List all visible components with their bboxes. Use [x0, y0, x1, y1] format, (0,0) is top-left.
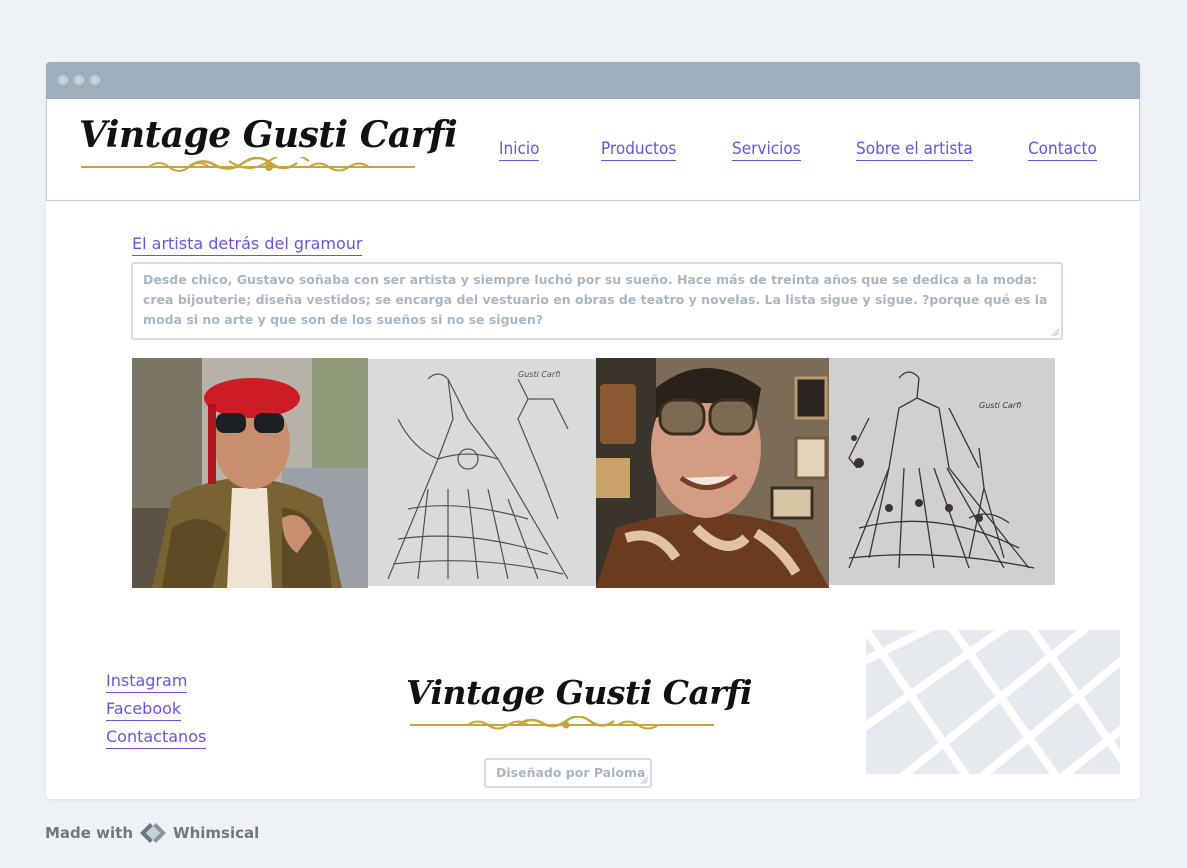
bio-text: Desde chico, Gustavo soñaba con ser arti…: [143, 272, 1048, 327]
nav-sobre-el-artista[interactable]: Sobre el artista: [856, 139, 973, 161]
window-titlebar: [46, 62, 1140, 99]
window-dot-icon: [90, 75, 100, 85]
nav-servicios[interactable]: Servicios: [732, 139, 801, 161]
nav-contacto[interactable]: Contacto: [1028, 139, 1097, 161]
section-title[interactable]: El artista detrás del gramour: [132, 234, 363, 256]
resize-grip-icon[interactable]: [640, 776, 648, 784]
browser-window: Vintage Gusti Carfi Inicio Productos Ser…: [46, 62, 1140, 799]
map-placeholder[interactable]: [866, 630, 1120, 774]
svg-text:Gusti Carfi: Gusti Carfi: [518, 370, 561, 379]
whimsical-logo-icon: [140, 823, 167, 843]
credit-textarea[interactable]: Diseñado por Paloma: [484, 758, 652, 788]
footer-logo: Vintage Gusti Carfi: [406, 672, 753, 742]
header-logo[interactable]: Vintage Gusti Carfi: [79, 113, 458, 183]
ornament-icon: [81, 157, 415, 172]
photo-dress-sketch-1: Gusti Carfi: [368, 359, 596, 586]
footer-ornament-icon: [410, 716, 714, 730]
footer-logo-text: Vintage Gusti Carfi: [406, 673, 753, 712]
logo-text: Vintage Gusti Carfi: [79, 114, 458, 156]
footer-link-instagram[interactable]: Instagram: [106, 671, 188, 693]
photo-artist-beret: [132, 358, 368, 588]
window-dot-icon: [74, 75, 84, 85]
resize-grip-icon[interactable]: [1051, 328, 1059, 336]
svg-text:Gusti Carfi: Gusti Carfi: [979, 401, 1022, 410]
bio-textarea[interactable]: Desde chico, Gustavo soñaba con ser arti…: [131, 262, 1063, 340]
made-with-badge[interactable]: Made with Whimsical: [45, 822, 259, 844]
footer-link-facebook[interactable]: Facebook: [106, 699, 182, 721]
footer-link-contactanos[interactable]: Contactanos: [106, 727, 207, 749]
made-with-label: Made with: [45, 824, 134, 842]
whimsical-brand: Whimsical: [173, 824, 260, 842]
photo-dress-sketch-2: Gusti Carfi: [829, 358, 1055, 585]
site-header: Vintage Gusti Carfi Inicio Productos Ser…: [46, 99, 1140, 201]
window-dot-icon: [58, 75, 68, 85]
nav-productos[interactable]: Productos: [601, 139, 677, 161]
credit-text: Diseñado por Paloma: [496, 765, 646, 780]
nav-inicio[interactable]: Inicio: [499, 139, 540, 161]
photo-artist-smiling: [596, 358, 829, 588]
